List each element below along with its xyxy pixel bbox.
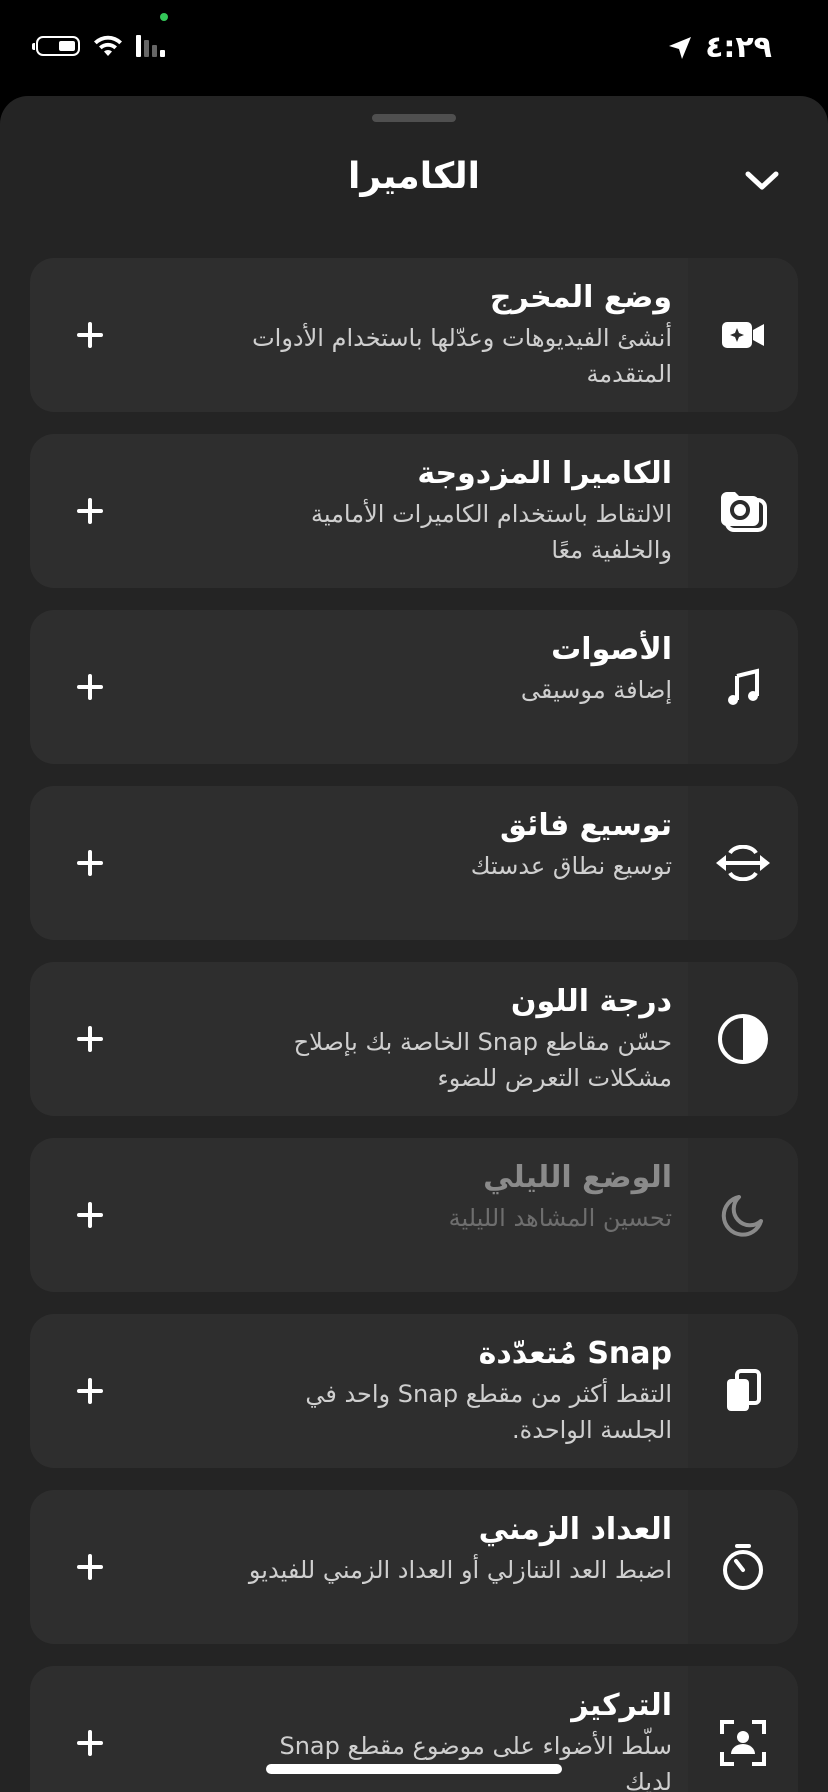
item-title: وضع المخرج [489,280,672,315]
plus-icon [77,1554,103,1580]
list-item-sounds[interactable]: الأصوات إضافة موسيقى [30,610,798,764]
item-description: اضبط العد التنازلي أو العداد الزمني للفي… [248,1556,672,1584]
plus-icon [77,322,103,348]
camera-tools-list: وضع المخرج أنشئ الفيديوهات وعدّلها باستخ… [30,258,798,1792]
item-description: إضافة موسيقى [520,676,672,704]
location-arrow-icon [669,36,692,59]
item-title: الكاميرا المزدوجة [417,456,672,491]
item-description: التقط أكثر من مقطع Snap واحد في الجلسة ا… [305,1380,672,1444]
item-title: العداد الزمني [478,1512,672,1547]
list-item-dual-camera[interactable]: الكاميرا المزدوجة الالتقاط باستخدام الكا… [30,434,798,588]
plus-icon [77,498,103,524]
music-note-icon [688,610,798,764]
tone-icon [688,962,798,1116]
item-title: الوضع الليلي [483,1160,672,1195]
focus-icon [688,1666,798,1792]
ultra-wide-icon [688,786,798,940]
collapse-button[interactable] [736,158,788,204]
cellular-signal-icon [136,35,165,57]
item-description: أنشئ الفيديوهات وعدّلها باستخدام الأدوات… [252,324,672,388]
item-title: التركيز [571,1688,672,1723]
plus-icon [77,674,103,700]
list-item-color-tone[interactable]: درجة اللون حسّن مقاطع Snap الخاصة بك بإص… [30,962,798,1116]
add-button[interactable] [66,487,114,535]
moon-icon [688,1138,798,1292]
wifi-icon [94,35,122,56]
plus-icon [77,1730,103,1756]
sheet-grabber[interactable] [372,114,456,122]
sheet-title: الكاميرا [347,156,481,197]
camera-settings-sheet: الكاميرا وضع المخرج أنشئ الفيديوهات وعدّ… [0,96,828,1792]
list-item-timer[interactable]: العداد الزمني اضبط العد التنازلي أو العد… [30,1490,798,1644]
item-description: سلّط الأضواء على موضوع مقطع Snap لديك [279,1732,672,1792]
status-bar: ٤:٢٩ [0,0,828,96]
multi-snap-icon [688,1314,798,1468]
status-time: ٤:٢٩ [705,30,772,65]
add-button[interactable] [66,1015,114,1063]
plus-icon [77,850,103,876]
home-indicator[interactable] [266,1764,562,1774]
plus-icon [77,1378,103,1404]
add-button[interactable] [66,839,114,887]
add-button[interactable] [66,1543,114,1591]
list-item-director-mode[interactable]: وضع المخرج أنشئ الفيديوهات وعدّلها باستخ… [30,258,798,412]
list-item-night-mode[interactable]: الوضع الليلي تحسين المشاهد الليلية [30,1138,798,1292]
add-button[interactable] [66,311,114,359]
list-item-multi-snap[interactable]: Snap مُتعدّدة التقط أكثر من مقطع Snap وا… [30,1314,798,1468]
item-title: توسيع فائق [500,808,672,843]
add-button[interactable] [66,1191,114,1239]
item-description: توسيع نطاق عدستك [470,852,672,880]
item-title: Snap مُتعدّدة [478,1336,672,1371]
dual-camera-icon [688,434,798,588]
plus-icon [77,1202,103,1228]
director-mode-icon [688,258,798,412]
timer-icon [688,1490,798,1644]
add-button[interactable] [66,1367,114,1415]
list-item-ultra-wide[interactable]: توسيع فائق توسيع نطاق عدستك [30,786,798,940]
item-description: تحسين المشاهد الليلية [448,1204,672,1232]
battery-icon [32,36,80,56]
item-title: الأصوات [551,632,672,667]
item-description: الالتقاط باستخدام الكاميرات الأمامية وال… [310,500,672,564]
plus-icon [77,1026,103,1052]
add-button[interactable] [66,663,114,711]
item-title: درجة اللون [510,984,672,1019]
item-description: حسّن مقاطع Snap الخاصة بك بإصلاح مشكلات … [293,1028,672,1092]
camera-in-use-indicator [160,13,168,21]
add-button[interactable] [66,1719,114,1767]
chevron-down-icon [745,171,779,190]
